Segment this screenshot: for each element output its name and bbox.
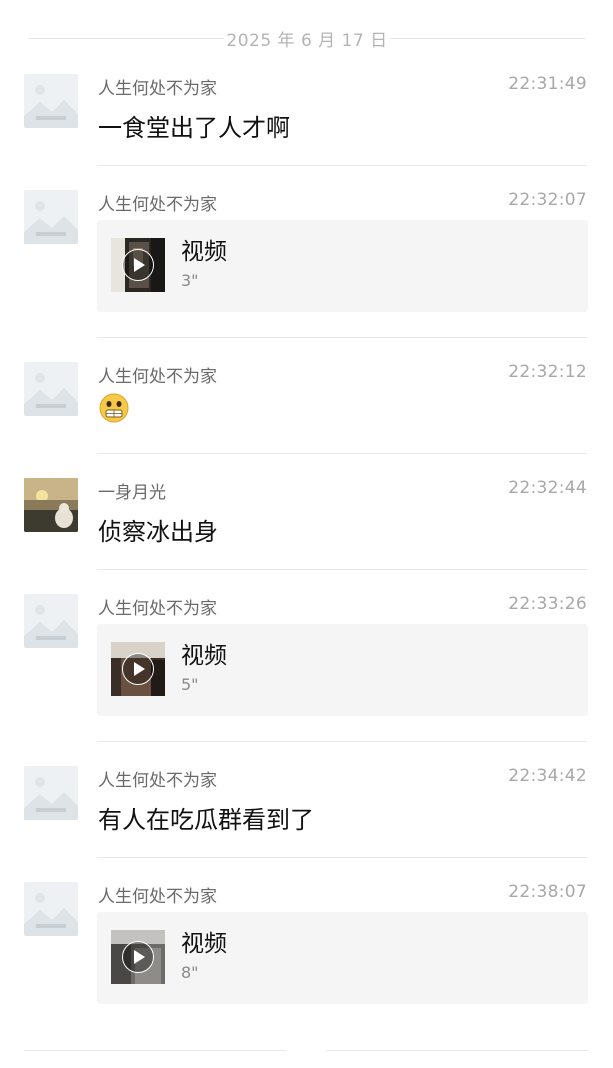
sender-name: 一身月光 bbox=[98, 483, 166, 503]
avatar-placeholder-icon[interactable] bbox=[24, 594, 78, 648]
video-message-card[interactable]: 视频 3" bbox=[97, 220, 588, 312]
video-thumbnail[interactable] bbox=[111, 642, 165, 696]
sender-name: 人生何处不为家 bbox=[98, 79, 217, 99]
divider-line-right bbox=[390, 38, 586, 39]
video-label: 视频 bbox=[181, 931, 227, 957]
sender-name: 人生何处不为家 bbox=[98, 887, 217, 907]
video-duration: 3" bbox=[181, 271, 199, 290]
message-separator bbox=[97, 857, 587, 858]
avatar-placeholder-icon[interactable] bbox=[24, 190, 78, 244]
video-message-card[interactable]: 视频 5" bbox=[97, 624, 588, 716]
video-duration: 8" bbox=[181, 963, 199, 982]
message-separator bbox=[97, 453, 587, 454]
divider-line-left bbox=[28, 38, 224, 39]
message-time: 22:38:07 bbox=[508, 882, 587, 902]
video-thumbnail[interactable] bbox=[111, 238, 165, 292]
bottom-divider-left bbox=[24, 1050, 286, 1051]
avatar-placeholder-icon[interactable] bbox=[24, 766, 78, 820]
video-label: 视频 bbox=[181, 239, 227, 265]
chat-message[interactable]: 人生何处不为家 22:38:07 视频 8" bbox=[0, 874, 613, 1024]
sender-name: 人生何处不为家 bbox=[98, 367, 217, 387]
avatar-placeholder-icon[interactable] bbox=[24, 362, 78, 416]
message-text[interactable]: 侦察冰出身 bbox=[98, 512, 218, 547]
message-text[interactable]: 有人在吃瓜群看到了 bbox=[98, 800, 314, 835]
video-thumbnail[interactable] bbox=[111, 930, 165, 984]
message-time: 22:34:42 bbox=[508, 766, 587, 786]
bottom-divider-right bbox=[326, 1050, 588, 1051]
play-icon[interactable] bbox=[122, 249, 154, 281]
chat-message[interactable]: 一身月光 22:32:44 侦察冰出身 bbox=[0, 470, 613, 570]
chat-message[interactable]: 人生何处不为家 22:32:07 视频 3" bbox=[0, 182, 613, 332]
avatar-placeholder-icon[interactable] bbox=[24, 74, 78, 128]
message-text[interactable]: 一食堂出了人才啊 bbox=[98, 108, 290, 143]
play-icon[interactable] bbox=[122, 941, 154, 973]
chat-message[interactable]: 人生何处不为家 22:33:26 视频 5" bbox=[0, 586, 613, 736]
message-separator bbox=[97, 337, 587, 338]
sender-name: 人生何处不为家 bbox=[98, 599, 217, 619]
message-time: 22:31:49 bbox=[508, 74, 587, 94]
date-label: 2025 年 6 月 17 日 bbox=[226, 31, 388, 51]
avatar-placeholder-icon[interactable] bbox=[24, 882, 78, 936]
chat-message[interactable]: 人生何处不为家 22:34:42 有人在吃瓜群看到了 bbox=[0, 758, 613, 858]
avatar-photo-icon[interactable] bbox=[24, 478, 78, 532]
video-duration: 5" bbox=[181, 675, 199, 694]
sender-name: 人生何处不为家 bbox=[98, 771, 217, 791]
play-icon[interactable] bbox=[122, 653, 154, 685]
date-divider: 2025 年 6 月 17 日 bbox=[0, 24, 613, 52]
message-separator bbox=[97, 569, 587, 570]
video-message-card[interactable]: 视频 8" bbox=[97, 912, 588, 1004]
chat-message[interactable]: 人生何处不为家 22:31:49 一食堂出了人才啊 bbox=[0, 66, 613, 166]
video-label: 视频 bbox=[181, 643, 227, 669]
message-separator bbox=[97, 741, 587, 742]
grimace-emoji-icon[interactable] bbox=[98, 392, 130, 424]
chat-message[interactable]: 人生何处不为家 22:32:12 bbox=[0, 354, 613, 454]
message-time: 22:32:07 bbox=[508, 190, 587, 210]
message-time: 22:32:12 bbox=[508, 362, 587, 382]
message-time: 22:33:26 bbox=[508, 594, 587, 614]
message-separator bbox=[97, 165, 587, 166]
sender-name: 人生何处不为家 bbox=[98, 195, 217, 215]
message-time: 22:32:44 bbox=[508, 478, 587, 498]
